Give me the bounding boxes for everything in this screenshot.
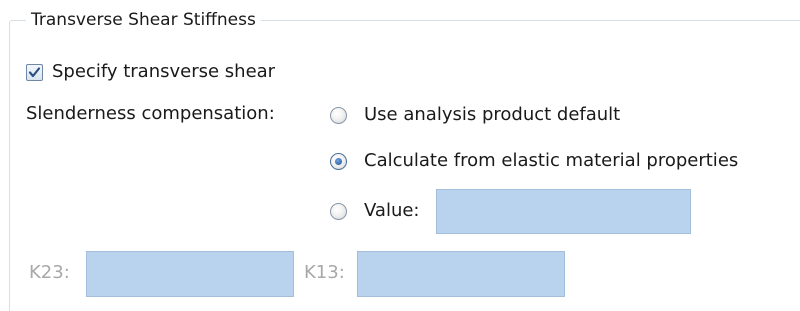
k13-label: K13: [304, 262, 345, 283]
k23-input[interactable] [86, 251, 294, 297]
k13-input[interactable] [357, 251, 565, 297]
specify-transverse-shear-checkbox-row[interactable]: Specify transverse shear [26, 58, 275, 86]
radio-label[interactable]: Calculate from elastic material properti… [364, 149, 738, 173]
radio-button-selected[interactable] [330, 152, 347, 170]
radio-button-unselected[interactable] [330, 106, 347, 124]
specify-transverse-shear-label[interactable]: Specify transverse shear [52, 60, 275, 84]
group-title: Transverse Shear Stiffness [26, 8, 261, 32]
radio-dot [335, 157, 342, 165]
checkmark-icon [28, 66, 41, 77]
specify-transverse-shear-checkbox[interactable] [26, 63, 43, 81]
k23-label: K23: [29, 262, 70, 283]
value-input[interactable] [436, 189, 691, 234]
radio-button-unselected[interactable] [330, 202, 347, 220]
radio-calculate-from-elastic[interactable]: Calculate from elastic material properti… [330, 147, 738, 175]
radio-value[interactable]: Value: [330, 197, 420, 225]
radio-label[interactable]: Value: [364, 199, 420, 223]
radio-label[interactable]: Use analysis product default [364, 103, 620, 127]
radio-use-analysis-default[interactable]: Use analysis product default [330, 101, 620, 129]
slenderness-compensation-label: Slenderness compensation: [26, 103, 275, 124]
